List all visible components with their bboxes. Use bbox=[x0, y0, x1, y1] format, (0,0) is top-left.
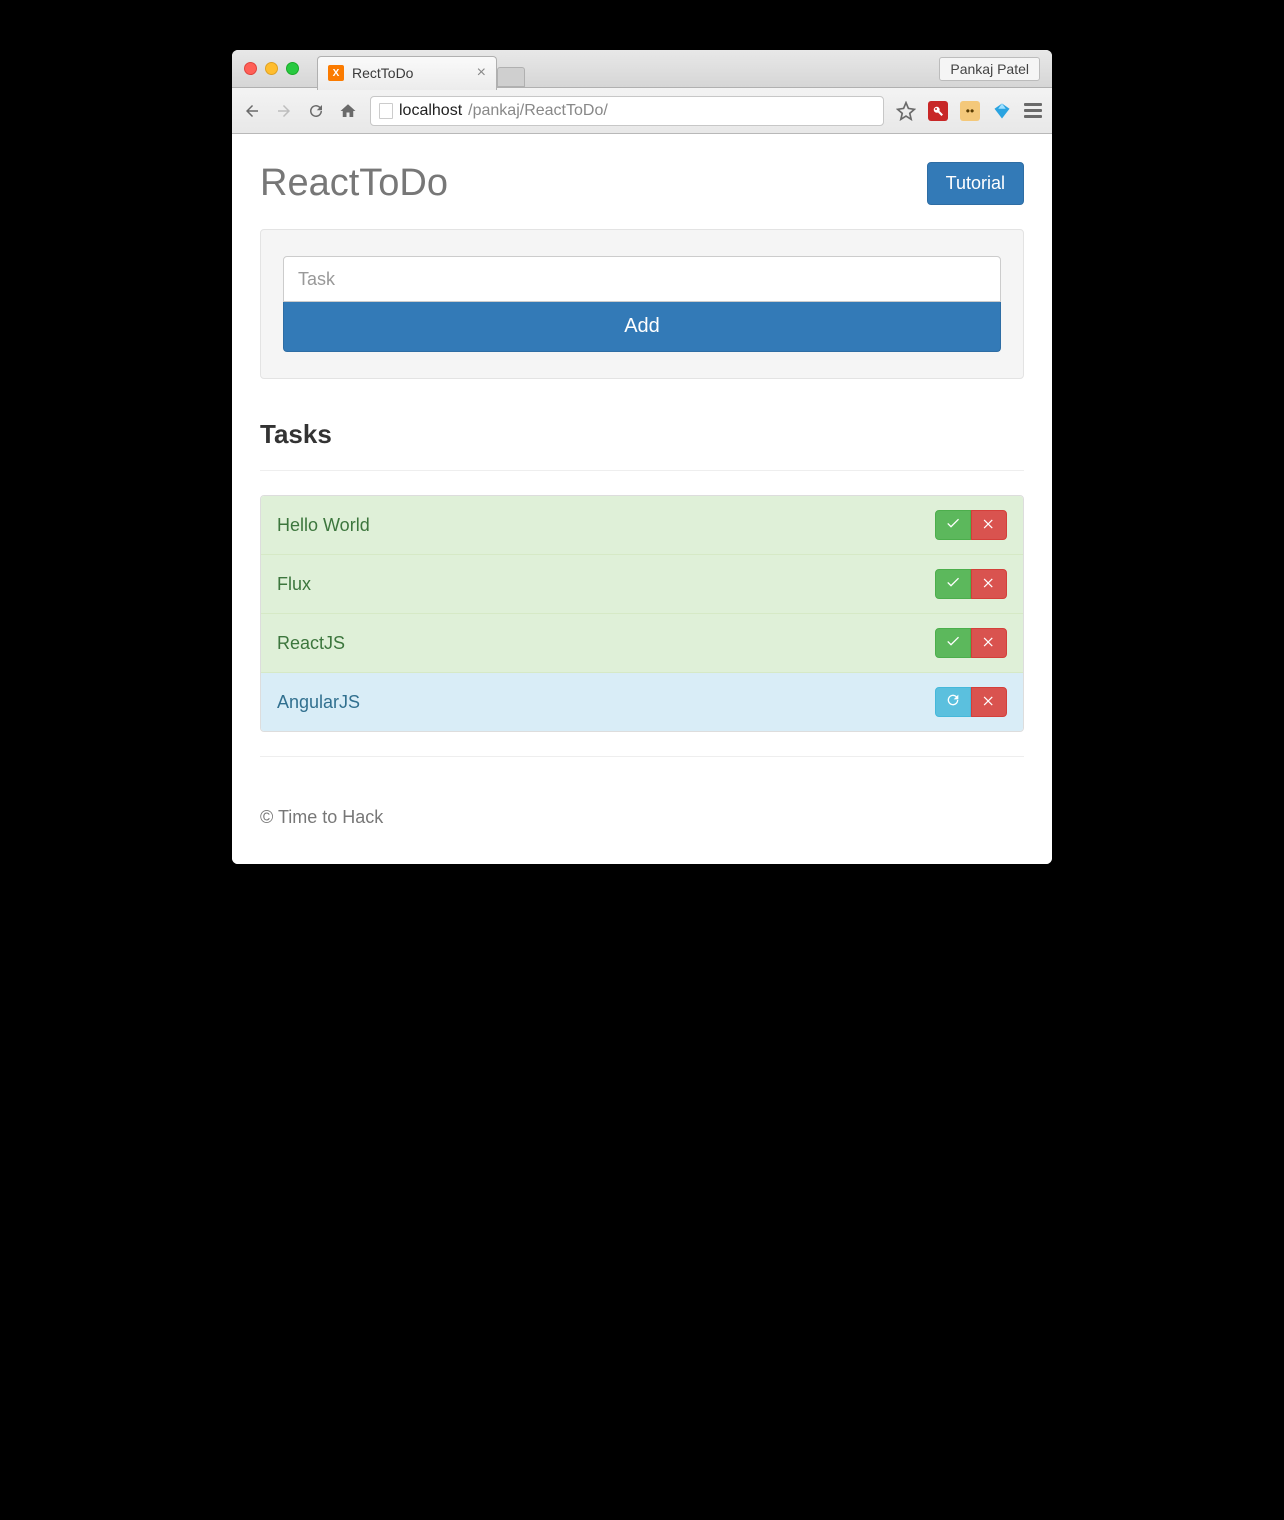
task-row: Hello World bbox=[261, 496, 1023, 555]
add-task-panel: Add bbox=[260, 229, 1024, 379]
close-icon bbox=[982, 633, 996, 654]
browser-tab[interactable]: X RectToDo × bbox=[317, 56, 497, 90]
reload-button[interactable] bbox=[306, 101, 326, 121]
back-button[interactable] bbox=[242, 101, 262, 121]
home-button[interactable] bbox=[338, 101, 358, 121]
task-actions bbox=[935, 687, 1007, 717]
arrow-right-icon bbox=[275, 102, 293, 120]
close-icon bbox=[982, 574, 996, 595]
arrow-left-icon bbox=[243, 102, 261, 120]
footer-text: © Time to Hack bbox=[260, 785, 1024, 828]
browser-profile-button[interactable]: Pankaj Patel bbox=[939, 57, 1040, 81]
task-row: AngularJS bbox=[261, 673, 1023, 731]
task-actions bbox=[935, 510, 1007, 540]
extension-wrench-icon[interactable] bbox=[928, 101, 948, 121]
complete-task-button[interactable] bbox=[935, 628, 971, 658]
address-bar[interactable]: localhost/pankaj/ReactToDo/ bbox=[370, 96, 884, 126]
delete-task-button[interactable] bbox=[971, 687, 1007, 717]
add-button[interactable]: Add bbox=[283, 302, 1001, 352]
divider bbox=[260, 470, 1024, 471]
task-row: Flux bbox=[261, 555, 1023, 614]
task-actions bbox=[935, 569, 1007, 599]
task-name: Hello World bbox=[277, 515, 370, 536]
traffic-lights bbox=[244, 62, 299, 75]
window-minimize-button[interactable] bbox=[265, 62, 278, 75]
bookmark-button[interactable] bbox=[896, 101, 916, 121]
task-list: Hello World Flux ReactJS AngularJS bbox=[260, 495, 1024, 732]
check-icon bbox=[945, 574, 961, 595]
complete-task-button[interactable] bbox=[935, 510, 971, 540]
browser-menu-button[interactable] bbox=[1024, 103, 1042, 118]
page-title: ReactToDo bbox=[260, 162, 448, 205]
task-name: AngularJS bbox=[277, 692, 360, 713]
xampp-favicon-icon: X bbox=[328, 65, 344, 81]
extension-diamond-icon[interactable] bbox=[992, 101, 1012, 121]
check-icon bbox=[945, 515, 961, 536]
browser-toolbar: localhost/pankaj/ReactToDo/ •• bbox=[232, 88, 1052, 134]
task-name: Flux bbox=[277, 574, 311, 595]
close-icon bbox=[982, 515, 996, 536]
window-close-button[interactable] bbox=[244, 62, 257, 75]
refresh-task-button[interactable] bbox=[935, 687, 971, 717]
delete-task-button[interactable] bbox=[971, 510, 1007, 540]
delete-task-button[interactable] bbox=[971, 569, 1007, 599]
delete-task-button[interactable] bbox=[971, 628, 1007, 658]
star-icon bbox=[896, 101, 916, 121]
url-host: localhost bbox=[399, 102, 462, 120]
profile-name: Pankaj Patel bbox=[950, 61, 1029, 77]
new-tab-button[interactable] bbox=[497, 67, 525, 87]
task-row: ReactJS bbox=[261, 614, 1023, 673]
reload-icon bbox=[307, 102, 325, 120]
close-icon bbox=[982, 692, 996, 713]
titlebar: X RectToDo × Pankaj Patel bbox=[232, 50, 1052, 88]
check-icon bbox=[945, 633, 961, 654]
home-icon bbox=[339, 102, 357, 120]
extension-face-icon[interactable]: •• bbox=[960, 101, 980, 121]
page-header: ReactToDo Tutorial bbox=[260, 162, 1024, 205]
page-icon bbox=[379, 103, 393, 119]
task-name: ReactJS bbox=[277, 633, 345, 654]
hamburger-icon bbox=[1024, 103, 1042, 106]
forward-button[interactable] bbox=[274, 101, 294, 121]
tab-close-button[interactable]: × bbox=[477, 64, 486, 82]
complete-task-button[interactable] bbox=[935, 569, 971, 599]
refresh-icon bbox=[945, 692, 961, 713]
window-maximize-button[interactable] bbox=[286, 62, 299, 75]
browser-window: X RectToDo × Pankaj Patel localhost/pank… bbox=[232, 50, 1052, 864]
task-actions bbox=[935, 628, 1007, 658]
page-content: ReactToDo Tutorial Add Tasks Hello World… bbox=[232, 134, 1052, 864]
tutorial-button[interactable]: Tutorial bbox=[927, 162, 1024, 205]
url-path: /pankaj/ReactToDo/ bbox=[468, 102, 608, 120]
footer-divider bbox=[260, 756, 1024, 757]
task-input[interactable] bbox=[283, 256, 1001, 302]
tasks-heading: Tasks bbox=[260, 419, 1024, 450]
tab-title: RectToDo bbox=[352, 65, 413, 81]
